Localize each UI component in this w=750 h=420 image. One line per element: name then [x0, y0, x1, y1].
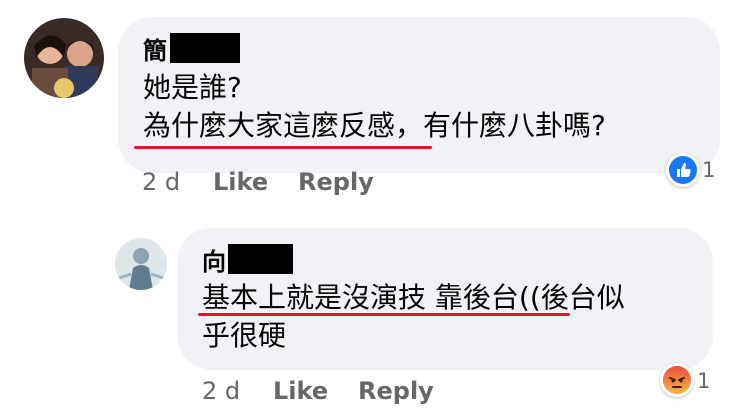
comment-timestamp[interactable]: 2 d	[142, 168, 180, 196]
reply-timestamp[interactable]: 2 d	[202, 377, 240, 405]
like-reaction-icon	[669, 156, 697, 184]
comment-reaction-badge[interactable]	[666, 153, 700, 187]
redaction-box	[228, 244, 293, 274]
reply-reaction-count[interactable]: 1	[697, 369, 710, 393]
replier-avatar[interactable]	[115, 238, 167, 290]
reply-underline-annotation	[198, 313, 570, 316]
commenter-avatar[interactable]	[24, 18, 104, 98]
comment-like-button[interactable]: Like	[213, 168, 268, 196]
comment-text-line-1: 她是誰?	[143, 71, 242, 104]
comment-author-name[interactable]: 簡	[143, 31, 167, 66]
comment-underline-annotation	[134, 146, 432, 149]
comment-reply-button[interactable]: Reply	[298, 168, 374, 196]
reply-author-name[interactable]: 向	[202, 242, 226, 277]
angry-reaction-icon	[663, 366, 691, 394]
reply-reply-button[interactable]: Reply	[358, 377, 434, 405]
reply-like-button[interactable]: Like	[273, 377, 328, 405]
redaction-box	[170, 33, 240, 63]
reply-text-line-2: 乎很硬	[202, 319, 287, 352]
comment-reaction-count[interactable]: 1	[702, 158, 715, 182]
reply-text-line-1: 基本上就是沒演技 靠後台((後台似	[202, 281, 625, 314]
comment-text-line-2: 為什麼大家這麼反感，有什麼八卦嗎?	[143, 109, 606, 142]
reply-reaction-badge[interactable]	[660, 363, 694, 397]
